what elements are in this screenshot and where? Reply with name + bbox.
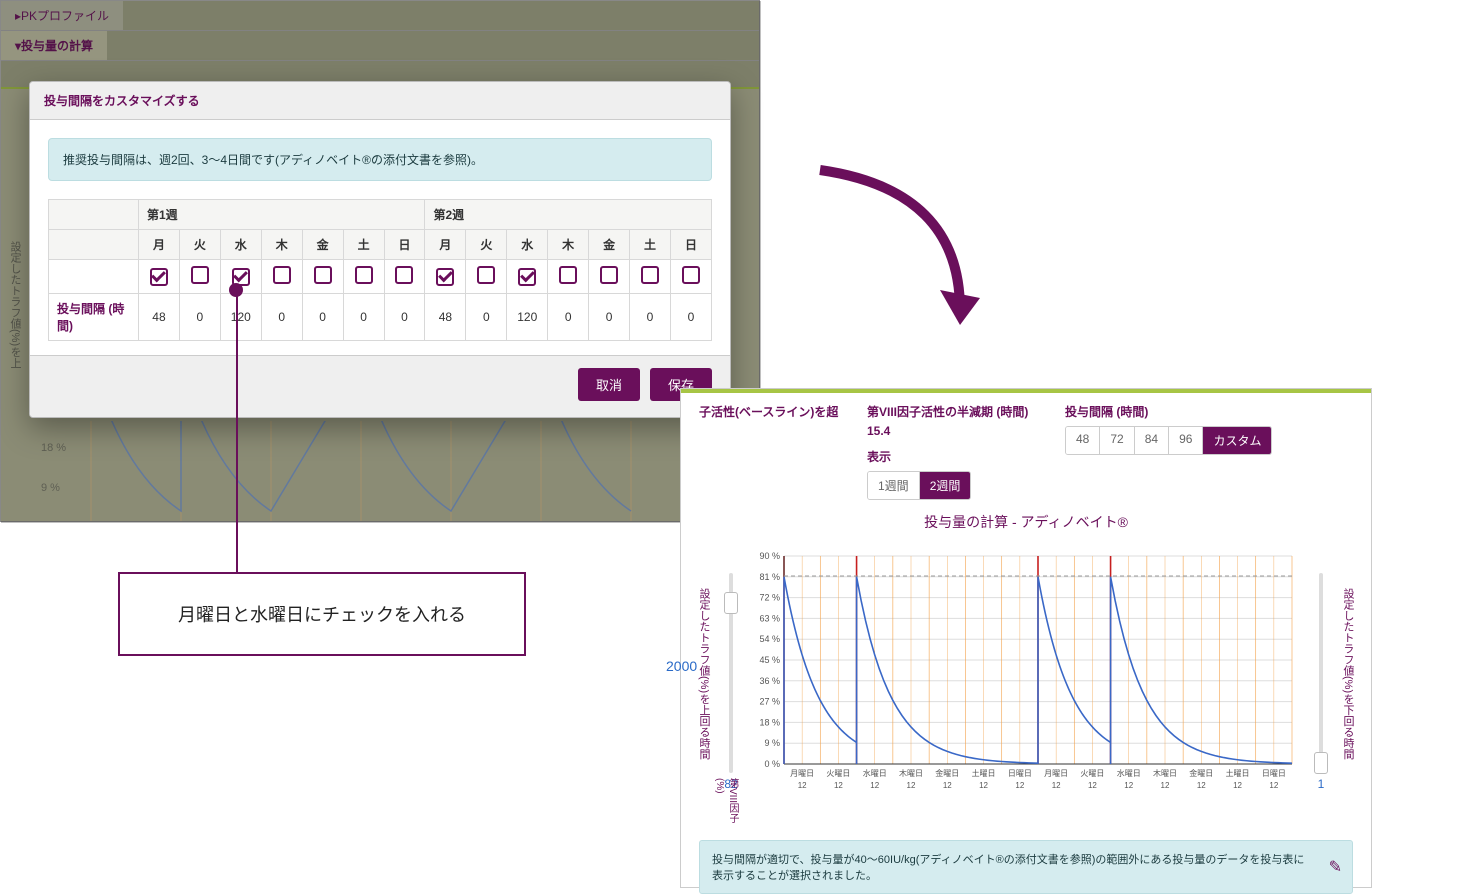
svg-text:土曜日: 土曜日 xyxy=(972,768,996,778)
left-slider[interactable]: 82 xyxy=(724,573,738,773)
iu-value: 2000 xyxy=(666,658,697,674)
week1-header: 第1週 xyxy=(139,200,425,230)
display-2week-button[interactable]: 2週間 xyxy=(920,472,971,499)
result-message: 投与間隔が適切で、投与量が40～60IU/kg(アディノベイト®の添付文書を参照… xyxy=(699,840,1353,894)
checkbox-w2-fri[interactable] xyxy=(600,266,618,284)
svg-text:45 %: 45 % xyxy=(759,655,780,665)
result-message-text: 投与間隔が適切で、投与量が40～60IU/kg(アディノベイト®の添付文書を参照… xyxy=(712,854,1304,882)
svg-text:月曜日: 月曜日 xyxy=(790,769,814,778)
checkbox-w2-sun[interactable] xyxy=(682,266,700,284)
svg-text:木曜日: 木曜日 xyxy=(899,768,923,778)
modal-title: 投与間隔をカスタマイズする xyxy=(30,82,730,120)
checkbox-w1-sat[interactable] xyxy=(355,266,373,284)
interval-72-button[interactable]: 72 xyxy=(1100,427,1134,454)
svg-text:90 %: 90 % xyxy=(759,551,780,561)
interval-button-group: 48 72 84 96 カスタム xyxy=(1065,426,1272,455)
svg-text:12: 12 xyxy=(1015,781,1024,790)
checkbox-w2-mon[interactable] xyxy=(436,268,454,286)
halflife-label: 第VIII因子活性の半減期 (時間) xyxy=(867,403,1037,420)
checkbox-w2-thu[interactable] xyxy=(559,266,577,284)
pk-chart: 2000 設定したトラフ値(%)を上回る時間 設定したトラフ値(%)を下回る時間… xyxy=(696,538,1356,828)
svg-text:54 %: 54 % xyxy=(759,634,780,644)
annotation-pointer-line xyxy=(236,290,238,572)
svg-text:木曜日: 木曜日 xyxy=(1153,768,1177,778)
checkbox-w1-tue[interactable] xyxy=(191,266,209,284)
cancel-button[interactable]: 取消 xyxy=(578,368,640,401)
svg-text:12: 12 xyxy=(943,781,952,790)
svg-text:火曜日: 火曜日 xyxy=(1080,769,1104,778)
annotation-callout: 月曜日と水曜日にチェックを入れる xyxy=(118,572,526,656)
checkbox-row xyxy=(49,260,712,294)
svg-text:9 %: 9 % xyxy=(41,482,60,494)
svg-text:12: 12 xyxy=(1088,781,1097,790)
svg-text:18 %: 18 % xyxy=(41,442,66,454)
svg-text:12: 12 xyxy=(798,781,807,790)
svg-text:0 %: 0 % xyxy=(764,759,780,769)
svg-text:日曜日: 日曜日 xyxy=(1262,769,1286,778)
checkbox-w1-mon[interactable] xyxy=(150,268,168,286)
checkbox-w2-wed[interactable] xyxy=(518,268,536,286)
svg-text:12: 12 xyxy=(1161,781,1170,790)
svg-text:金曜日: 金曜日 xyxy=(1189,768,1213,778)
right-slider-value: 1 xyxy=(1318,777,1325,791)
svg-text:水曜日: 水曜日 xyxy=(863,768,887,778)
recommended-interval-notice: 推奨投与間隔は、週2回、3～4日間です(アディノベイト®の添付文書を参照)。 xyxy=(48,138,712,181)
svg-text:日曜日: 日曜日 xyxy=(1008,769,1032,778)
svg-text:12: 12 xyxy=(1233,781,1242,790)
svg-text:72 %: 72 % xyxy=(759,593,780,603)
right-result-panel: 子活性(ベースライン)を超 第VIII因子活性の半減期 (時間) 15.4 表示… xyxy=(680,388,1372,888)
halflife-value: 15.4 xyxy=(867,424,1037,438)
svg-text:9 %: 9 % xyxy=(764,738,780,748)
chart-title: 投与量の計算 - アディノベイト® xyxy=(681,512,1371,532)
interval-hours-row: 投与間隔 (時間) 4801200000 4801200000 xyxy=(49,294,712,341)
arrow-icon xyxy=(800,150,1000,350)
checkbox-w1-thu[interactable] xyxy=(273,266,291,284)
callout-text: 月曜日と水曜日にチェックを入れる xyxy=(178,601,466,627)
checkbox-w2-sat[interactable] xyxy=(641,266,659,284)
interval-custom-button[interactable]: カスタム xyxy=(1203,427,1271,454)
svg-text:月曜日: 月曜日 xyxy=(1044,769,1068,778)
interval-84-button[interactable]: 84 xyxy=(1135,427,1169,454)
interval-row-label: 投与間隔 (時間) xyxy=(49,294,139,341)
right-slider[interactable]: 1 xyxy=(1314,573,1328,773)
checkbox-w1-sun[interactable] xyxy=(395,266,413,284)
svg-text:12: 12 xyxy=(1124,781,1133,790)
svg-text:36 %: 36 % xyxy=(759,676,780,686)
interval-label: 投与間隔 (時間) xyxy=(1065,403,1353,420)
week2-header: 第2週 xyxy=(425,200,712,230)
svg-text:18 %: 18 % xyxy=(759,717,780,727)
left-vert-label: 設定したトラフ値(%)を上回る時間 xyxy=(696,588,712,759)
interval-48-button[interactable]: 48 xyxy=(1066,427,1100,454)
display-1week-button[interactable]: 1週間 xyxy=(868,472,920,499)
svg-text:金曜日: 金曜日 xyxy=(935,768,959,778)
svg-text:土曜日: 土曜日 xyxy=(1226,768,1250,778)
display-period-group: 1週間 2週間 xyxy=(867,471,971,500)
edit-icon[interactable]: ✎ xyxy=(1329,857,1342,877)
customize-interval-modal: 投与間隔をカスタマイズする 推奨投与間隔は、週2回、3～4日間です(アディノベイ… xyxy=(29,81,731,418)
svg-text:12: 12 xyxy=(1269,781,1278,790)
svg-text:12: 12 xyxy=(979,781,988,790)
svg-text:81 %: 81 % xyxy=(759,572,780,582)
svg-text:12: 12 xyxy=(1197,781,1206,790)
left-app-panel: ▸PKプロファイル ▾投与量の計算 設定したトラフ値(%)を上 18 % 9 % xyxy=(0,0,760,522)
checkbox-w2-tue[interactable] xyxy=(477,266,495,284)
svg-text:12: 12 xyxy=(834,781,843,790)
svg-text:12: 12 xyxy=(907,781,916,790)
svg-text:12: 12 xyxy=(870,781,879,790)
y2-axis-label: 第VIII因子(%) xyxy=(714,778,740,828)
svg-text:63 %: 63 % xyxy=(759,613,780,623)
svg-text:火曜日: 火曜日 xyxy=(826,769,850,778)
baseline-label: 子活性(ベースライン)を超 xyxy=(699,403,839,420)
svg-text:12: 12 xyxy=(1052,781,1061,790)
bg-chart-fragment: 18 % 9 % xyxy=(31,421,731,521)
display-label: 表示 xyxy=(867,448,1037,465)
svg-text:水曜日: 水曜日 xyxy=(1117,768,1141,778)
right-vert-label: 設定したトラフ値(%)を下回る時間 xyxy=(1340,588,1356,759)
checkbox-w1-fri[interactable] xyxy=(314,266,332,284)
svg-text:27 %: 27 % xyxy=(759,697,780,707)
interval-96-button[interactable]: 96 xyxy=(1169,427,1203,454)
schedule-table: 第1週 第2週 月火水木金土日 月火水木金土日 xyxy=(48,199,712,341)
